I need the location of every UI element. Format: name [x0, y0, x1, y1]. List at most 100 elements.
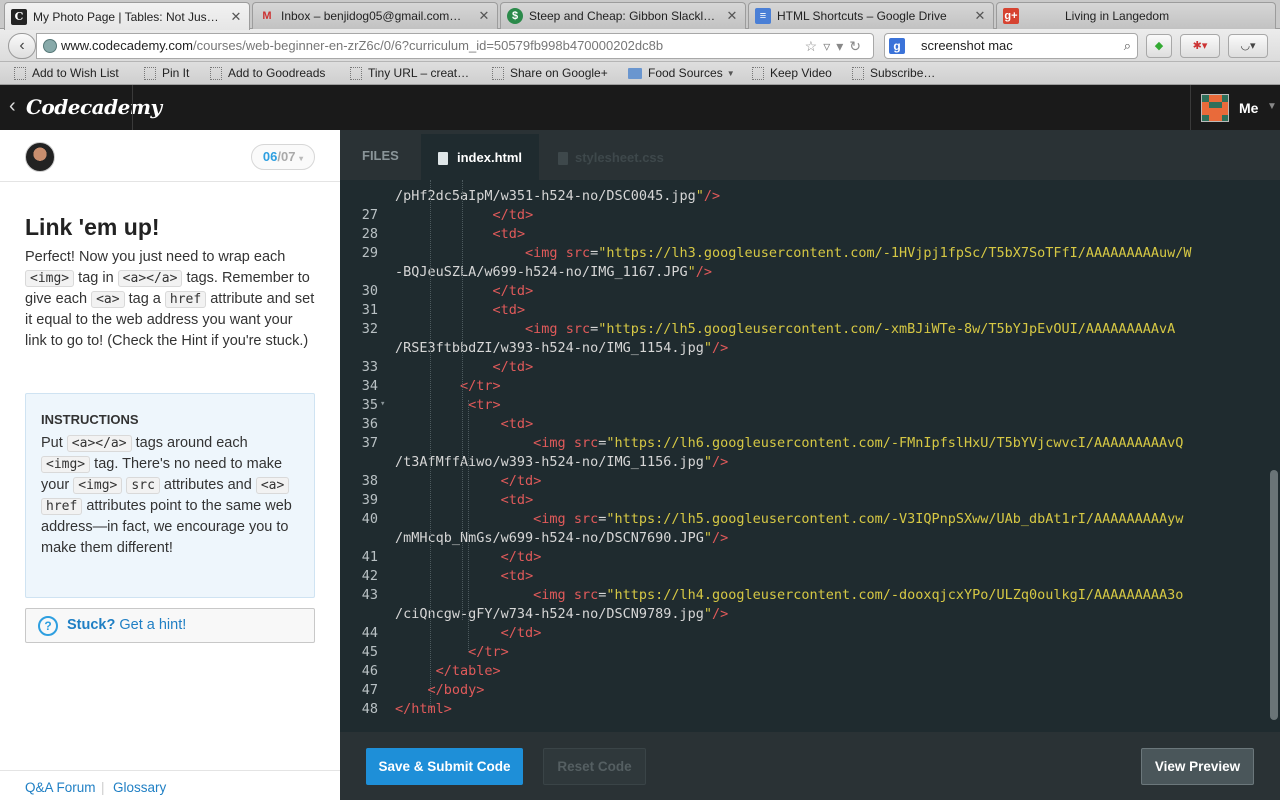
code-area[interactable]: /pHf2dc5aIpM/w351-h524-no/DSC0045.jpg"/>…: [340, 180, 1270, 732]
code-line[interactable]: </body>: [395, 682, 485, 698]
code-line[interactable]: <img src="https://lh6.googleusercontent.…: [395, 435, 1183, 451]
bookmark-tiny-url[interactable]: Tiny URL – creat…: [350, 66, 469, 80]
user-avatar[interactable]: [1201, 94, 1229, 122]
code-token: <img>: [73, 477, 123, 494]
fold-arrow-icon[interactable]: ▾: [380, 399, 385, 409]
exercise-progress-dropdown[interactable]: 06/07 ▾: [251, 144, 315, 170]
close-tab-icon[interactable]: ✕: [477, 8, 491, 24]
globe-icon: [43, 39, 57, 53]
line-number: 27: [361, 207, 378, 223]
code-line[interactable]: <td>: [395, 226, 526, 242]
google-search-icon[interactable]: g: [889, 38, 905, 54]
bookmark-add-to-goodreads[interactable]: Add to Goodreads: [210, 66, 325, 80]
evernote-icon[interactable]: ◆: [1146, 34, 1172, 58]
code-token: src: [126, 477, 160, 494]
code-line[interactable]: /RSE3ftbbdZI/w393-h524-no/IMG_1154.jpg"/…: [395, 340, 728, 356]
google-docs-icon: ≡: [755, 8, 771, 24]
code-line[interactable]: /pHf2dc5aIpM/w351-h524-no/DSC0045.jpg"/>: [395, 188, 720, 204]
bookmark-label: Pin It: [162, 66, 190, 80]
lesson-text: tag a: [124, 291, 165, 307]
code-line[interactable]: <tr>: [395, 397, 501, 413]
chevron-down-icon[interactable]: ▼: [1267, 101, 1277, 112]
instructions-heading: INSTRUCTIONS: [41, 412, 139, 427]
user-menu-label[interactable]: Me: [1239, 100, 1258, 116]
code-line[interactable]: <td>: [395, 492, 534, 508]
glossary-link[interactable]: Glossary: [113, 780, 166, 795]
lesson-body: Perfect! Now you just need to wrap each …: [25, 247, 317, 352]
close-tab-icon[interactable]: ✕: [973, 8, 987, 24]
code-editor-panel: FILES index.html stylesheet.css /pHf2dc5…: [340, 130, 1280, 800]
code-line[interactable]: </html>: [395, 701, 452, 717]
tab-stylesheet-css[interactable]: stylesheet.css: [550, 134, 690, 180]
bookmark-folder-food-sources[interactable]: Food Sources ▼: [628, 66, 735, 80]
files-button[interactable]: FILES: [362, 148, 399, 163]
pinterest-icon[interactable]: ✱▾: [1180, 34, 1220, 58]
editor-scrollbar[interactable]: [1270, 470, 1278, 720]
bookmark-subscribe[interactable]: Subscribe…: [852, 66, 935, 80]
bookmarklet-icon: [14, 66, 26, 80]
bookmark-add-to-wish-list[interactable]: Add to Wish List: [14, 66, 119, 80]
reset-code-button[interactable]: Reset Code: [543, 748, 646, 785]
code-line[interactable]: /ciQncgw-gFY/w734-h524-no/DSCN9789.jpg"/…: [395, 606, 728, 622]
code-line[interactable]: </table>: [395, 663, 501, 679]
line-number: 30: [361, 283, 378, 299]
get-hint-button[interactable]: ? Stuck? Get a hint!: [25, 608, 315, 643]
code-line[interactable]: /t3AfMffAiwo/w393-h524-no/IMG_1156.jpg"/…: [395, 454, 728, 470]
code-line[interactable]: <img src="https://lh3.googleusercontent.…: [395, 245, 1192, 261]
line-number: 42: [361, 568, 378, 584]
progress-total: /07: [277, 149, 296, 164]
close-tab-icon[interactable]: ✕: [229, 9, 243, 25]
code-line[interactable]: <td>: [395, 302, 526, 318]
magnifier-icon[interactable]: ⌕: [1124, 34, 1131, 58]
code-line[interactable]: </td>: [395, 359, 534, 375]
search-bar[interactable]: g screenshot mac ⌕: [884, 33, 1138, 59]
dropdown-icon[interactable]: ▾: [836, 38, 849, 54]
browser-tab-google-plus[interactable]: g+ Living in Langedom: [996, 2, 1276, 29]
reload-icon[interactable]: ↻: [849, 38, 867, 54]
line-number: 34: [361, 378, 378, 394]
pocket-icon[interactable]: ▿: [823, 38, 836, 54]
view-preview-button[interactable]: View Preview: [1141, 748, 1254, 785]
bookmark-pin-it[interactable]: Pin It: [144, 66, 189, 80]
back-button[interactable]: ‹: [8, 33, 36, 59]
code-line[interactable]: /mMHcqb_NmGs/w699-h524-no/DSCN7690.JPG"/…: [395, 530, 728, 546]
save-submit-button[interactable]: Save & Submit Code: [366, 748, 523, 785]
browser-tab-inbox[interactable]: M Inbox – benjidog05@gmail.com… ✕: [252, 2, 498, 29]
code-line[interactable]: </td>: [395, 283, 534, 299]
code-line[interactable]: </tr>: [395, 378, 501, 394]
line-number: 33: [361, 359, 378, 375]
bookmark-keep-video[interactable]: Keep Video: [752, 66, 832, 80]
code-line[interactable]: <img src="https://lh4.googleusercontent.…: [395, 587, 1183, 603]
browser-tab-steepandcheap[interactable]: $ Steep and Cheap: Gibbon Slackl… ✕: [500, 2, 746, 29]
close-tab-icon[interactable]: ✕: [725, 8, 739, 24]
tab-index-html[interactable]: index.html: [421, 134, 539, 180]
code-line[interactable]: <td>: [395, 416, 534, 432]
browser-tab-photo-page[interactable]: C My Photo Page | Tables: Not Jus… ✕: [4, 2, 250, 30]
code-token: <a></a>: [117, 270, 183, 287]
star-icon[interactable]: ☆: [805, 38, 824, 54]
bookmark-label: Share on Google+: [510, 66, 608, 80]
code-line[interactable]: </td>: [395, 207, 534, 223]
browser-tab-google-drive[interactable]: ≡ HTML Shortcuts – Google Drive ✕: [748, 2, 994, 29]
code-line[interactable]: <img src="https://lh5.googleusercontent.…: [395, 511, 1183, 527]
bookmark-label: Add to Wish List: [32, 66, 119, 80]
code-line[interactable]: <img src="https://lh5.googleusercontent.…: [395, 321, 1175, 337]
code-token: <img>: [41, 456, 91, 473]
code-line[interactable]: <td>: [395, 568, 534, 584]
url-bar[interactable]: www.codecademy.com/courses/web-beginner-…: [36, 33, 874, 59]
lesson-text: Perfect! Now you just need to wrap each: [25, 249, 286, 265]
pocket-extension-icon[interactable]: ◡▾: [1228, 34, 1268, 58]
progress-current: 06: [262, 149, 278, 164]
instructions-body: Put <a></a> tags around each <img> tag. …: [41, 433, 299, 559]
lesson-footer: Q&A Forum | Glossary: [0, 770, 340, 800]
browser-tab-strip: C My Photo Page | Tables: Not Jus… ✕ M I…: [0, 0, 1280, 30]
code-line[interactable]: </tr>: [395, 644, 509, 660]
bookmark-share-on-google-plus[interactable]: Share on Google+: [492, 66, 608, 80]
indent-guide: [468, 400, 469, 652]
bookmarklet-icon: [852, 66, 864, 80]
line-number: 32: [361, 321, 378, 337]
codecademy-logo[interactable]: Codecademy: [26, 95, 162, 119]
code-line[interactable]: -BQJeuSZLA/w699-h524-no/IMG_1167.JPG"/>: [395, 264, 712, 280]
qa-forum-link[interactable]: Q&A Forum: [25, 780, 96, 795]
back-chevron-icon[interactable]: ‹: [9, 95, 16, 118]
